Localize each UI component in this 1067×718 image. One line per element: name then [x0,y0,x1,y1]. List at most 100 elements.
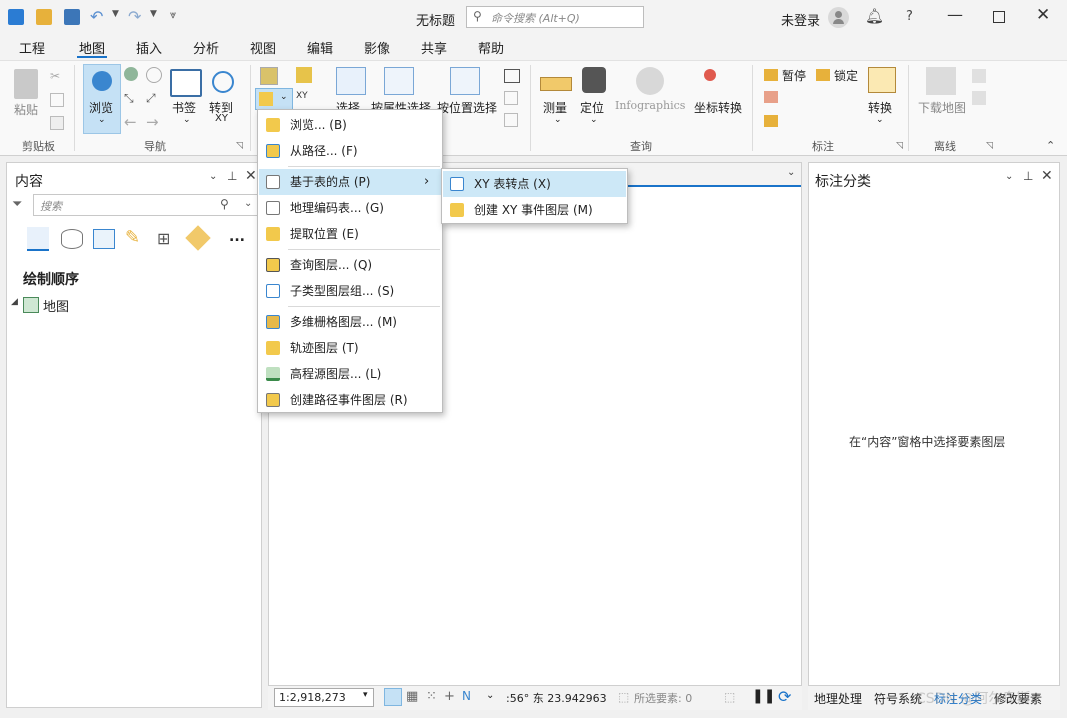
open-project-icon[interactable] [36,9,52,25]
pause-labels-button[interactable]: 暂停 [782,67,806,84]
menu-item-elevation-source-layer[interactable]: 高程源图层... (L) [259,361,441,387]
close-pane-icon[interactable]: ✕ [1041,168,1053,184]
labeling-launcher-icon[interactable]: ◹ [896,141,903,151]
tab-analysis[interactable]: 分析 [193,38,219,57]
coords-dropdown-icon[interactable]: ⌄ [486,690,494,701]
zoom-to-selection-icon[interactable] [146,67,162,83]
pin-icon[interactable]: ⊥ [1023,169,1033,183]
more-list-options-icon[interactable]: ... [229,229,245,245]
menu-item-subtype-group-layer[interactable]: 子类型图层组... (S) [259,278,441,304]
paste-icon[interactable] [14,69,38,99]
copy-path-icon[interactable] [50,116,64,130]
select-icon[interactable] [336,67,366,95]
tab-symbology[interactable]: 符号系统 [874,690,922,707]
close-pane-icon[interactable]: ✕ [245,168,257,184]
tree-item-map[interactable]: 地图 [43,296,69,315]
clear-selection-icon[interactable] [504,91,518,105]
contents-search-input[interactable]: 搜索 ⚲ ⌄ [33,194,259,216]
lock-labels-button[interactable]: 锁定 [834,67,858,84]
tab-view[interactable]: 视图 [250,38,276,57]
lock-labels-icon[interactable] [816,69,830,81]
more-labeling-icon[interactable] [764,115,778,127]
pane-options-icon[interactable]: ⌄ [1005,171,1013,182]
list-by-snapping-icon[interactable]: ⊞ [157,229,170,248]
redo-dropdown-icon[interactable]: ▼ [150,9,157,19]
menu-item-geocode-table[interactable]: 地理编码表... (G) [259,195,441,221]
north-arrow-icon[interactable]: N [462,689,471,703]
pause-drawing-icon[interactable]: ❚❚ [752,688,775,704]
list-by-labeling-icon[interactable] [185,225,211,251]
convert-dropdown-icon[interactable]: ⌄ [876,115,884,125]
notifications-bell-icon[interactable]: 🔔︎ [865,7,884,25]
sync-icon[interactable] [972,69,986,83]
explore-tool[interactable]: 浏览 ⌄ [83,64,121,134]
goto-xy-icon[interactable] [212,71,234,93]
previous-extent-icon[interactable]: ← [124,113,137,131]
help-button[interactable]: ? [906,9,913,24]
locate-binoculars-icon[interactable] [582,67,606,93]
coordinate-conversion-button[interactable]: 坐标转换 [694,99,742,116]
expand-map-icon[interactable]: ◢ [11,297,18,307]
table-view-icon[interactable]: ▦ [406,689,418,704]
list-by-selection-icon[interactable] [93,229,115,249]
tab-help[interactable]: 帮助 [478,38,504,57]
paste-button[interactable]: 粘贴 [14,101,38,118]
coordinate-conversion-icon[interactable] [704,69,716,81]
menu-item-browse[interactable]: 浏览... (B) [259,112,441,138]
navigate-launcher-icon[interactable]: ◹ [236,141,243,151]
refresh-icon[interactable]: ⟳ [778,687,791,706]
command-search-input[interactable]: ⚲ 命令搜索 (Alt+Q) [466,6,644,28]
sign-in-status[interactable]: 未登录 [781,10,820,29]
view-tabs-dropdown-icon[interactable]: ⌄ [787,167,795,178]
fixed-zoom-in-icon[interactable]: ⤡ [124,91,134,106]
menu-item-multidimensional-raster[interactable]: 多维栅格图层... (M) [259,309,441,335]
search-options-dropdown-icon[interactable]: ⌄ [244,198,252,209]
menu-item-make-xy-event-layer[interactable]: 创建 XY 事件图层 (M) [443,197,626,223]
download-map-button[interactable]: 下载地图 [918,99,966,116]
measure-button[interactable]: 测量 [543,99,567,116]
offline-launcher-icon[interactable]: ◹ [986,141,993,151]
tab-imagery[interactable]: 影像 [364,38,390,57]
convert-button[interactable]: 转换 [868,99,892,116]
menu-item-xy-point-data[interactable]: 基于表的点 (P) › [259,169,441,195]
tab-share[interactable]: 共享 [421,38,447,57]
collapse-ribbon-icon[interactable]: ⌃ [1046,139,1055,152]
filter-icon[interactable]: ⏷ [12,197,22,212]
zoom-to-selected-icon[interactable] [504,113,518,127]
full-extent-icon[interactable] [124,67,138,81]
infographics-button[interactable]: Infographics [615,99,685,112]
xy-table-icon[interactable]: XY [296,91,308,101]
customize-quick-access-icon[interactable]: ⩔ [170,8,176,22]
pin-icon[interactable]: ⊥ [227,169,237,183]
undo-dropdown-icon[interactable]: ▼ [112,9,119,19]
infographics-icon[interactable] [636,67,664,95]
locate-dropdown-icon[interactable]: ⌄ [590,115,598,125]
menu-item-from-path[interactable]: 从路径... (F) [259,138,441,164]
fixed-zoom-out-icon[interactable]: ⤢ [146,91,156,106]
convert-labels-icon[interactable] [868,67,896,93]
measure-icon[interactable] [540,77,572,91]
menu-item-extract-locations[interactable]: 提取位置 (E) [259,221,441,247]
bookmarks-icon[interactable] [170,69,202,97]
redo-icon[interactable]: ↷ [128,7,141,26]
new-project-icon[interactable] [8,9,24,25]
pause-labels-icon[interactable] [764,69,778,81]
menu-item-trajectory-layer[interactable]: 轨迹图层 (T) [259,335,441,361]
avatar-icon[interactable] [828,7,849,28]
maximize-icon[interactable] [993,11,1005,23]
save-project-icon[interactable] [64,9,80,25]
attributes-icon[interactable] [504,69,520,83]
undo-icon[interactable]: ↶ [90,7,103,26]
grid-toggle-icon[interactable] [384,688,402,706]
remove-offline-icon[interactable] [972,91,986,105]
menu-item-route-event-layer[interactable]: 创建路径事件图层 (R) [259,387,441,413]
list-by-drawing-order-icon[interactable] [27,227,49,251]
select-by-location-icon[interactable] [450,67,480,95]
bookmarks-button[interactable]: 书签 [172,99,196,116]
tab-project[interactable]: 工程 [19,38,45,57]
locate-button[interactable]: 定位 [580,99,604,116]
select-by-attributes-icon[interactable] [384,67,414,95]
constraint-icon[interactable]: + [444,689,455,704]
pane-options-icon[interactable]: ⌄ [209,171,217,182]
minimize-icon[interactable]: — [947,5,963,24]
